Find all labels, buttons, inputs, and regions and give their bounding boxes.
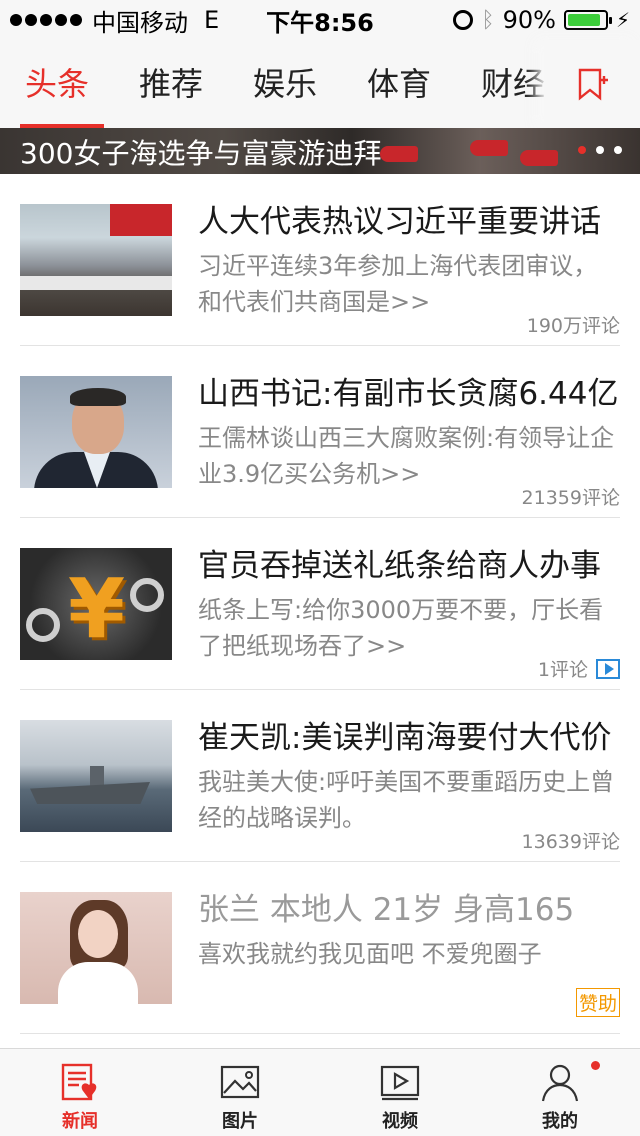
news-title: 山西书记:有副市长贪腐6.44亿 <box>198 376 619 412</box>
add-channel-button[interactable] <box>544 40 640 128</box>
news-thumbnail <box>20 720 172 832</box>
comment-count: 13639评论 <box>521 831 620 853</box>
carrier-name: 中国移动 <box>92 8 188 37</box>
comment-count: 1评论 <box>537 659 588 681</box>
bottom-tab-bar: 新闻 图片 视频 我的 <box>0 1048 640 1136</box>
status-right: ᛒ 90% ⚡ <box>453 6 630 34</box>
bottom-tab-label: 视频 <box>382 1111 418 1132</box>
signal-dots-icon <box>10 14 82 26</box>
news-title: 人大代表热议习近平重要讲话 <box>198 204 601 240</box>
video-icon <box>380 1065 420 1101</box>
news-meta: 21359评论 <box>522 483 620 510</box>
channel-tabs: 头条 推荐 娱乐 体育 财经 <box>0 40 640 128</box>
notification-dot <box>591 1061 600 1070</box>
news-meta: 190万评论 <box>527 311 620 338</box>
tab-sports[interactable]: 体育 <box>342 40 456 128</box>
news-desc: 王儒林谈山西三大腐败案例:有领导让企业3.9亿买公务机>> <box>198 424 615 488</box>
ad-title: 张兰 本地人 21岁 身高165 <box>198 892 575 928</box>
tab-recommend[interactable]: 推荐 <box>114 40 228 128</box>
page-dot <box>578 146 586 154</box>
news-icon <box>61 1063 97 1101</box>
news-item[interactable]: 山西书记:有副市长贪腐6.44亿 王儒林谈山西三大腐败案例:有领导让企业3.9亿… <box>20 346 620 518</box>
bottom-tab-label: 新闻 <box>62 1111 98 1132</box>
battery-icon <box>563 10 612 30</box>
bottom-tab-label: 图片 <box>222 1111 258 1132</box>
news-meta: 13639评论 <box>522 827 620 854</box>
ad-thumbnail <box>20 892 172 1004</box>
top-banner[interactable]: 300女子海选争与富豪游迪拜 <box>0 128 640 174</box>
bottom-tab-label: 我的 <box>542 1111 578 1132</box>
news-desc: 纸条上写:给你3000万要不要，厅长看了把纸现场吞了>> <box>198 596 604 660</box>
news-title: 官员吞掉送礼纸条给商人办事 <box>198 548 601 584</box>
news-meta: 1评论 <box>538 655 620 682</box>
news-item[interactable]: ¥ 官员吞掉送礼纸条给商人办事 纸条上写:给你3000万要不要，厅长看了把纸现场… <box>20 518 620 690</box>
page-dot <box>614 146 622 154</box>
news-item[interactable]: 人大代表热议习近平重要讲话 习近平连续3年参加上海代表团审议，和代表们共商国是>… <box>20 174 620 346</box>
bottom-tab-pictures[interactable]: 图片 <box>160 1049 320 1136</box>
sponsored-badge: 赞助 <box>575 988 620 1017</box>
news-title: 崔天凯:美误判南海要付大代价 <box>198 720 612 756</box>
comment-count: 190万评论 <box>526 315 620 337</box>
news-thumbnail <box>20 204 172 316</box>
banner-page-indicator <box>578 146 622 154</box>
ad-desc: 喜欢我就约我见面吧 不爱兜圈子 <box>198 940 542 968</box>
status-bar: 中国移动 E 下午8:56 ᛒ 90% ⚡ <box>0 0 640 40</box>
ad-item[interactable]: 张兰 本地人 21岁 身高165 喜欢我就约我见面吧 不爱兜圈子 赞助 <box>20 862 620 1034</box>
tab-headlines[interactable]: 头条 <box>0 40 114 128</box>
bottom-tab-video[interactable]: 视频 <box>320 1049 480 1136</box>
bottom-tab-profile[interactable]: 我的 <box>480 1049 640 1136</box>
bluetooth-icon: ᛒ <box>481 7 495 33</box>
picture-icon <box>220 1065 260 1099</box>
news-list: 人大代表热议习近平重要讲话 习近平连续3年参加上海代表团审议，和代表们共商国是>… <box>0 174 640 1034</box>
news-thumbnail <box>20 376 172 488</box>
profile-icon <box>541 1064 579 1102</box>
page-dot <box>596 146 604 154</box>
network-type: E <box>204 6 220 34</box>
news-thumbnail: ¥ <box>20 548 172 660</box>
alarm-icon <box>453 10 474 30</box>
news-item[interactable]: 崔天凯:美误判南海要付大代价 我驻美大使:呼吁美国不要重蹈历史上曾经的战略误判。… <box>20 690 620 862</box>
tab-entertainment[interactable]: 娱乐 <box>228 40 342 128</box>
bookmark-plus-icon <box>578 68 608 101</box>
banner-title: 300女子海选争与富豪游迪拜 <box>20 137 382 170</box>
battery-percent: 90% <box>502 6 556 34</box>
charging-icon: ⚡ <box>615 8 630 32</box>
comment-count: 21359评论 <box>521 487 620 509</box>
video-play-icon <box>596 658 620 679</box>
news-desc: 我驻美大使:呼吁美国不要重蹈历史上曾经的战略误判。 <box>198 768 615 832</box>
bottom-tab-news[interactable]: 新闻 <box>0 1049 160 1136</box>
news-desc: 习近平连续3年参加上海代表团审议，和代表们共商国是>> <box>198 252 598 316</box>
